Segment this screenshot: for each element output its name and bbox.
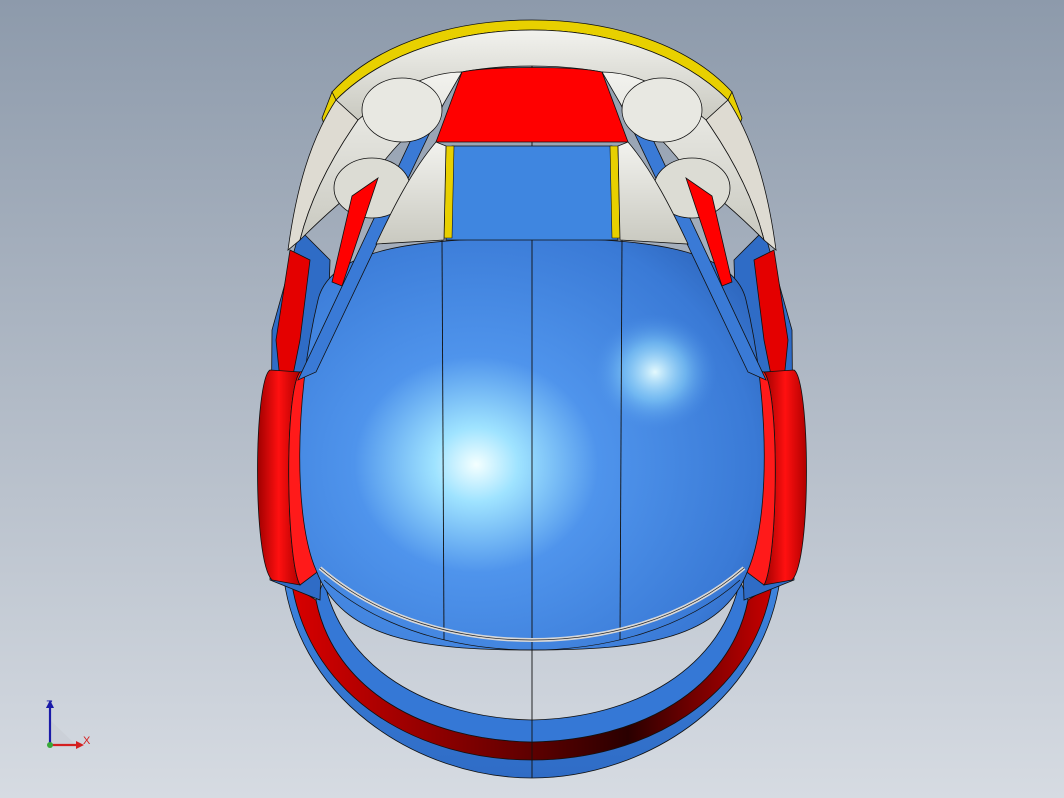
z-axis-label: Z [46, 699, 53, 711]
crown-red-panel [435, 67, 629, 143]
right-upper-vent [621, 77, 703, 143]
graphics-viewport[interactable]: Z X [0, 0, 1064, 798]
triad-origin [47, 742, 53, 748]
dome-specular-highlight [593, 314, 717, 430]
x-axis-label: X [83, 735, 91, 747]
crown-blue-recess [445, 145, 619, 241]
triad-graphic [46, 700, 84, 749]
helmet-3d-model[interactable] [0, 0, 1064, 798]
left-upper-vent [361, 77, 443, 143]
coordinate-triad[interactable]: Z X [30, 690, 110, 760]
